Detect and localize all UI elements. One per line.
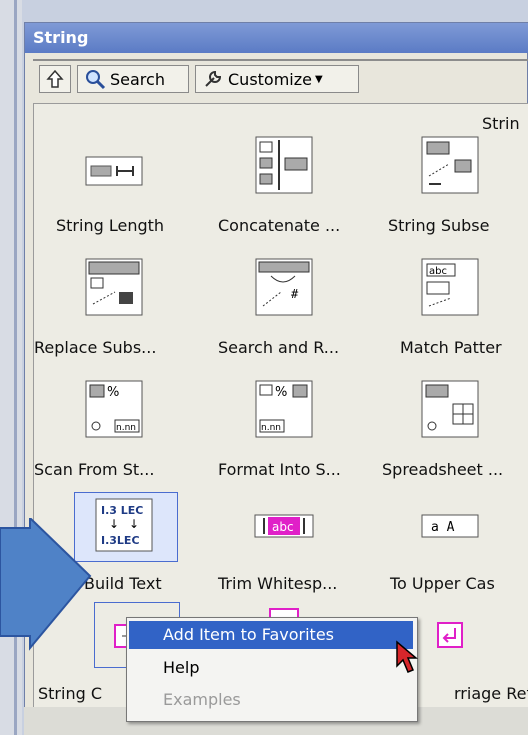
menu-item-help[interactable]: Help: [129, 654, 413, 682]
item-label: Match Patter: [400, 338, 502, 357]
carriage-return-icon: [437, 622, 463, 648]
upper-text: a A: [431, 520, 455, 535]
category-heading: Strin: [482, 114, 520, 133]
palette-item-search-replace[interactable]: # Search and R...: [204, 256, 364, 376]
build-text-icon: I.3 LEC ↓ ↓ I.3LEC: [95, 498, 153, 552]
palette-item-replace-substring[interactable]: Replace Subs...: [34, 256, 194, 376]
item-label: rriage Ret.: [454, 684, 528, 703]
trim-text: abc: [272, 520, 294, 534]
cursor-icon: [396, 640, 419, 673]
trim-whitespace-icon: abc: [254, 514, 314, 538]
search-button[interactable]: Search: [77, 65, 189, 93]
customize-button[interactable]: Customize ▼: [195, 65, 359, 93]
concatenate-icon: [255, 136, 313, 194]
callout-arrow: [0, 518, 92, 651]
replace-substring-icon: [85, 258, 143, 316]
context-menu: Add Item to Favorites Help Examples: [126, 617, 418, 722]
format-into-string-icon: % n.nn: [255, 380, 313, 438]
svg-text:↓: ↓: [129, 517, 139, 531]
palette-toolbar: Search Customize ▼: [33, 59, 528, 99]
palette-item-string-subset[interactable]: String Subse: [372, 134, 528, 254]
palette-title: String: [25, 23, 528, 53]
build-bottom-text: I.3LEC: [101, 534, 140, 547]
palette-item-string-length[interactable]: String Length: [34, 134, 194, 254]
spreadsheet-icon: [421, 380, 479, 438]
palette-item-scan-from-string[interactable]: % n.nn Scan From St...: [34, 378, 194, 498]
nnn-text: n.nn: [261, 423, 281, 433]
menu-item-examples: Examples: [163, 690, 241, 709]
wrench-icon: [205, 70, 222, 87]
nnn-text: n.nn: [116, 423, 136, 433]
svg-text:#: #: [291, 287, 299, 301]
palette-item-spreadsheet[interactable]: Spreadsheet ...: [372, 378, 528, 498]
up-arrow-icon: [46, 69, 64, 88]
customize-label: Customize: [228, 69, 312, 89]
match-pattern-icon: abc: [421, 258, 479, 316]
item-label: Spreadsheet ...: [382, 460, 504, 479]
palette-item-concatenate[interactable]: Concatenate ...: [204, 134, 364, 254]
palette-item-format-into-string[interactable]: % n.nn Format Into S...: [204, 378, 364, 498]
search-icon: [86, 70, 106, 90]
string-subset-icon: [421, 136, 479, 194]
up-button[interactable]: [39, 65, 71, 93]
pct-text: %: [275, 385, 287, 400]
item-label: To Upper Cas: [390, 574, 495, 593]
palette-item-trim-whitespace[interactable]: abc Trim Whitesp...: [204, 494, 364, 614]
palette-item-to-upper-case[interactable]: a A To Upper Cas: [372, 494, 528, 614]
string-length-icon: [85, 156, 143, 186]
to-upper-case-icon: a A: [421, 514, 479, 538]
item-label: String Subse: [388, 216, 490, 235]
pct-text: %: [107, 385, 119, 400]
menu-item-add-favorites[interactable]: Add Item to Favorites: [129, 621, 413, 649]
palette-item-match-pattern[interactable]: abc Match Patter: [372, 256, 528, 376]
scan-from-string-icon: % n.nn: [85, 380, 143, 438]
dropdown-arrow-icon: ▼: [314, 73, 323, 85]
svg-text:↓: ↓: [109, 517, 119, 531]
search-label: Search: [110, 69, 165, 89]
search-replace-icon: #: [255, 258, 313, 316]
build-top-text: I.3 LEC: [101, 504, 143, 517]
abc-text: abc: [429, 266, 447, 277]
